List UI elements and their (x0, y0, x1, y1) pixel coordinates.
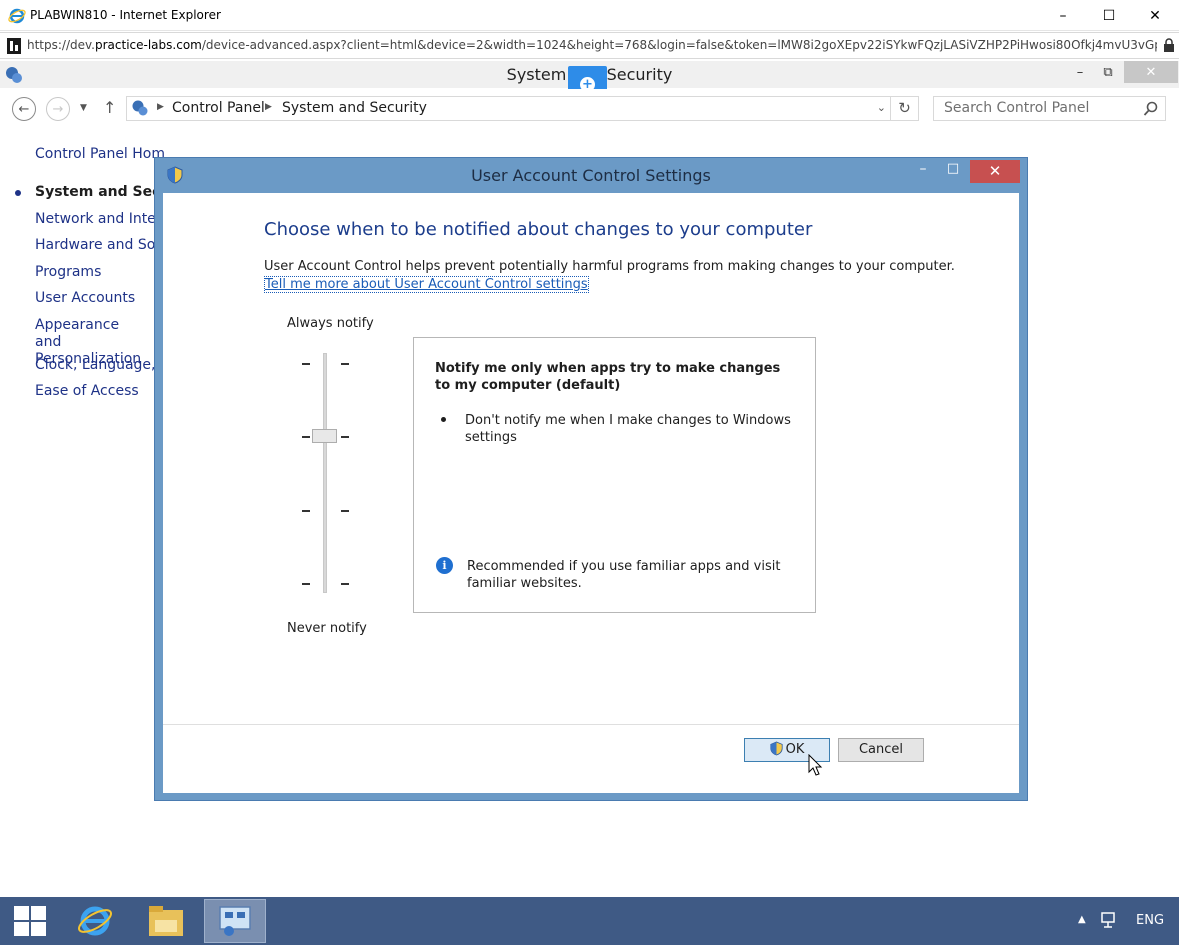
breadcrumb-separator-icon: ▶ (265, 102, 272, 112)
address-bar[interactable]: https://dev.practice-labs.com/device-adv… (0, 32, 1179, 59)
breadcrumb-system-security[interactable]: System and Security (282, 100, 427, 116)
nav-hardware-sound[interactable]: Hardware and Sound (35, 237, 160, 254)
info-icon: i (436, 557, 453, 574)
breadcrumb-separator-icon: ▶ (157, 102, 164, 112)
uac-settings-dialog: User Account Control Settings – □ ✕ Choo… (154, 157, 1028, 801)
refresh-icon: ↻ (898, 99, 911, 117)
remote-minimize-button[interactable]: – (1066, 61, 1094, 84)
show-hidden-icons-chevron-icon[interactable]: ▲ (1078, 914, 1086, 925)
network-icon[interactable] (1100, 911, 1120, 929)
setting-recommendation: Recommended if you use familiar apps and… (467, 559, 781, 591)
slider-tick (341, 436, 349, 438)
slider-tick (302, 436, 310, 438)
close-button[interactable]: ✕ (1132, 0, 1178, 31)
dialog-maximize-button[interactable]: □ (941, 161, 965, 181)
ok-label: OK (785, 742, 805, 757)
dialog-divider (163, 724, 1019, 725)
taskbar-internet-explorer[interactable] (64, 899, 126, 943)
address-dropdown-chevron-icon[interactable]: ⌄ (877, 101, 886, 114)
site-favicon-icon (7, 38, 21, 54)
browser-title-bar: PLABWIN810 - Internet Explorer – ☐ ✕ (0, 0, 1179, 31)
slider-bottom-label: Never notify (287, 621, 367, 636)
explorer-nav-bar: ← → ▼ ↑ ▶ Control Panel ▶ System and Sec… (0, 89, 1179, 129)
refresh-button[interactable]: ↻ (891, 96, 919, 121)
control-panel-home-link[interactable]: Control Panel Home (35, 146, 165, 163)
nav-user-accounts[interactable]: User Accounts (35, 290, 160, 307)
slider-tick (341, 510, 349, 512)
notification-slider-track[interactable] (323, 353, 327, 593)
taskbar-control-panel[interactable] (204, 899, 266, 943)
windows-start-icon[interactable] (14, 906, 46, 936)
minimize-button[interactable]: – (1040, 0, 1086, 31)
breadcrumb-control-panel[interactable]: Control Panel (172, 100, 265, 116)
input-language-indicator[interactable]: ENG (1136, 913, 1164, 928)
nav-ease-of-access[interactable]: Ease of Access (35, 383, 160, 400)
dialog-client-area: Choose when to be notified about changes… (163, 193, 1019, 793)
slider-tick (302, 363, 310, 365)
dialog-minimize-button[interactable]: – (911, 161, 935, 181)
slider-tick (341, 583, 349, 585)
slider-tick (302, 510, 310, 512)
taskbar-file-explorer[interactable] (135, 899, 197, 943)
mouse-cursor-icon (808, 754, 823, 776)
breadcrumb[interactable]: ▶ Control Panel ▶ System and Security ⌄ (126, 96, 891, 121)
dialog-description: User Account Control helps prevent poten… (264, 259, 955, 274)
setting-description-box: Notify me only when apps try to make cha… (413, 337, 816, 613)
search-placeholder: Search Control Panel (944, 100, 1090, 116)
dialog-heading: Choose when to be notified about changes… (264, 219, 813, 240)
taskbar: ▲ ENG (0, 897, 1179, 945)
control-panel-icon (219, 906, 251, 936)
dialog-close-button[interactable]: ✕ (970, 160, 1020, 183)
cancel-button[interactable]: Cancel (838, 738, 924, 762)
recent-locations-chevron-icon[interactable]: ▼ (80, 103, 87, 113)
slider-top-label: Always notify (287, 316, 374, 331)
setting-title: Notify me only when apps try to make cha… (435, 361, 781, 393)
internet-explorer-icon (8, 8, 26, 24)
lock-icon (1164, 38, 1174, 52)
arrow-right-icon: → (52, 101, 64, 117)
up-arrow-icon[interactable]: ↑ (103, 98, 116, 117)
slider-tick (302, 583, 310, 585)
internet-explorer-icon (78, 906, 112, 936)
browser-title: PLABWIN810 - Internet Explorer (30, 8, 221, 22)
back-button[interactable]: ← (12, 97, 36, 121)
slider-tick (341, 363, 349, 365)
search-input[interactable]: Search Control Panel (933, 96, 1166, 121)
url-text[interactable]: https://dev.practice-labs.com/device-adv… (27, 38, 1157, 52)
remote-restore-button[interactable]: ⧉ (1094, 61, 1122, 84)
nav-system-security[interactable]: System and Security (35, 184, 160, 201)
notification-slider-thumb[interactable] (312, 429, 337, 443)
active-item-bullet (15, 190, 21, 196)
uac-shield-icon (770, 741, 783, 756)
arrow-left-icon: ← (18, 101, 30, 117)
remote-close-button[interactable]: ✕ (1124, 61, 1178, 83)
nav-clock-language[interactable]: Clock, Language, and Region (35, 357, 160, 374)
folder-icon (149, 906, 183, 936)
dialog-title: User Account Control Settings (471, 166, 711, 185)
maximize-button[interactable]: ☐ (1086, 0, 1132, 31)
search-icon (1143, 101, 1158, 116)
nav-programs[interactable]: Programs (35, 264, 160, 281)
learn-more-link[interactable]: Tell me more about User Account Control … (264, 276, 589, 293)
control-panel-small-icon (132, 100, 148, 116)
forward-button[interactable]: → (46, 97, 70, 121)
nav-network-internet[interactable]: Network and Internet (35, 211, 160, 228)
setting-bullet-text: Don't notify me when I make changes to W… (465, 413, 791, 445)
bullet-icon (441, 417, 446, 422)
